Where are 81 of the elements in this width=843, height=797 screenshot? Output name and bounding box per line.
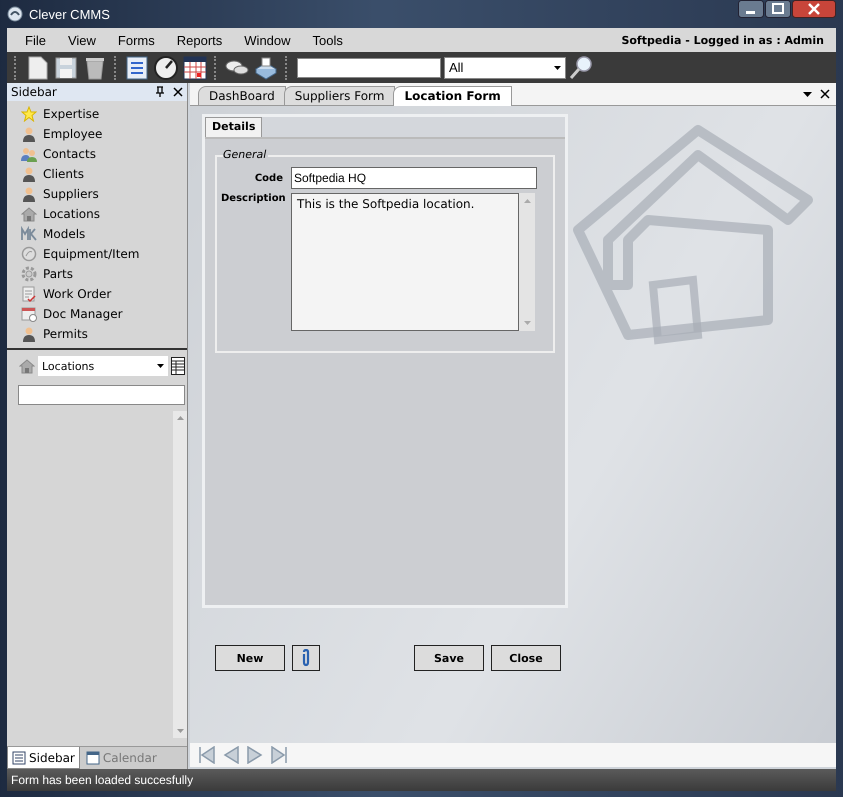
calendar-icon [21, 306, 37, 322]
last-record-icon[interactable] [270, 746, 288, 764]
list-icon [12, 750, 26, 764]
person-icon [21, 166, 37, 182]
close-button[interactable]: Close [491, 645, 561, 671]
circle-icon [21, 246, 37, 262]
person-icon [21, 326, 37, 342]
document-tab[interactable]: DashBoard [198, 86, 286, 105]
star-icon [21, 106, 37, 122]
sidebar-item[interactable]: Contacts [21, 144, 187, 164]
search-field[interactable] [297, 58, 441, 78]
group-label: General [223, 148, 268, 161]
filter-field[interactable] [18, 385, 185, 405]
next-record-icon[interactable] [246, 746, 264, 764]
gear-icon [21, 266, 37, 282]
field-label: Code [254, 172, 283, 184]
person-icon [21, 186, 37, 202]
category-dropdown[interactable]: Locations [38, 356, 168, 376]
sidebar-tab[interactable]: Sidebar [7, 747, 80, 769]
scroll-up-icon [176, 416, 184, 420]
menu-item[interactable]: Forms [118, 32, 155, 48]
scroll-down-icon [176, 729, 184, 733]
person-icon [21, 126, 37, 142]
attach-button[interactable] [292, 645, 320, 671]
menu-item[interactable]: File [25, 32, 46, 48]
code-field[interactable]: Softpedia HQ [291, 167, 537, 189]
gauge-icon[interactable] [153, 54, 179, 80]
sidebar-item[interactable]: Expertise [21, 104, 187, 124]
sidebar-item[interactable]: Models [21, 224, 187, 244]
document-tab[interactable]: Suppliers Form [284, 86, 396, 105]
sidebar-item[interactable]: Equipment/Item [21, 244, 187, 264]
scrollbar[interactable] [173, 411, 187, 738]
app-logo-icon [7, 6, 23, 22]
dropdown-arrow-icon[interactable] [803, 92, 812, 96]
scroll-down-icon [524, 321, 530, 325]
grid-view-icon[interactable] [171, 357, 185, 375]
sidebar-item[interactable]: Employee [21, 124, 187, 144]
close-icon[interactable] [820, 89, 830, 99]
sidebar-item[interactable]: Clients [21, 164, 187, 184]
dropdown-arrow-icon [554, 66, 561, 70]
minimize-icon[interactable] [738, 0, 764, 18]
menu-item[interactable]: Window [244, 32, 291, 48]
sidebar-item[interactable]: Doc Manager [21, 304, 187, 324]
save-button[interactable]: Save [414, 645, 484, 671]
dropdown-arrow-icon [157, 364, 164, 368]
sidebar-item[interactable]: Locations [21, 204, 187, 224]
status-text: Form has been loaded succesfully [11, 773, 194, 787]
document-icon [21, 286, 37, 302]
scroll-up-icon [524, 199, 530, 203]
close-icon[interactable] [792, 0, 836, 18]
sidebar-title: Sidebar [11, 85, 57, 99]
sidebar-item[interactable]: Permits [21, 324, 187, 344]
house-icon [21, 206, 37, 222]
close-icon[interactable] [173, 87, 183, 97]
calendar-icon [86, 751, 100, 765]
previous-record-icon[interactable] [222, 746, 240, 764]
window-title: Clever CMMS [29, 6, 111, 22]
mk-letters-icon [21, 226, 37, 242]
filter-dropdown[interactable]: All [444, 56, 566, 78]
pin-icon[interactable] [155, 86, 165, 98]
description-field[interactable]: This is the Softpedia location. [291, 193, 519, 331]
search-icon[interactable] [569, 54, 593, 80]
calendar-grid-icon[interactable] [182, 54, 208, 80]
first-record-icon[interactable] [198, 746, 216, 764]
menu-item[interactable]: Tools [312, 32, 343, 48]
house-icon [19, 358, 35, 374]
field-label: Description [221, 193, 283, 204]
menu-item[interactable]: View [68, 32, 96, 48]
scrollbar[interactable] [519, 193, 535, 331]
details-tab[interactable]: Details [205, 117, 262, 137]
sidebar-item[interactable]: Suppliers [21, 184, 187, 204]
paperclip-icon [300, 649, 312, 667]
login-status: Softpedia - Logged in as : Admin [621, 34, 824, 46]
document-tab[interactable]: Location Form [393, 86, 512, 106]
sidebar-item[interactable]: Work Order [21, 284, 187, 304]
people-icon [21, 146, 37, 162]
sidebar-item[interactable]: Parts [21, 264, 187, 284]
maximize-icon[interactable] [765, 0, 791, 18]
new-button[interactable]: New [215, 645, 285, 671]
list-icon[interactable] [124, 54, 150, 80]
menu-item[interactable]: Reports [176, 32, 222, 48]
